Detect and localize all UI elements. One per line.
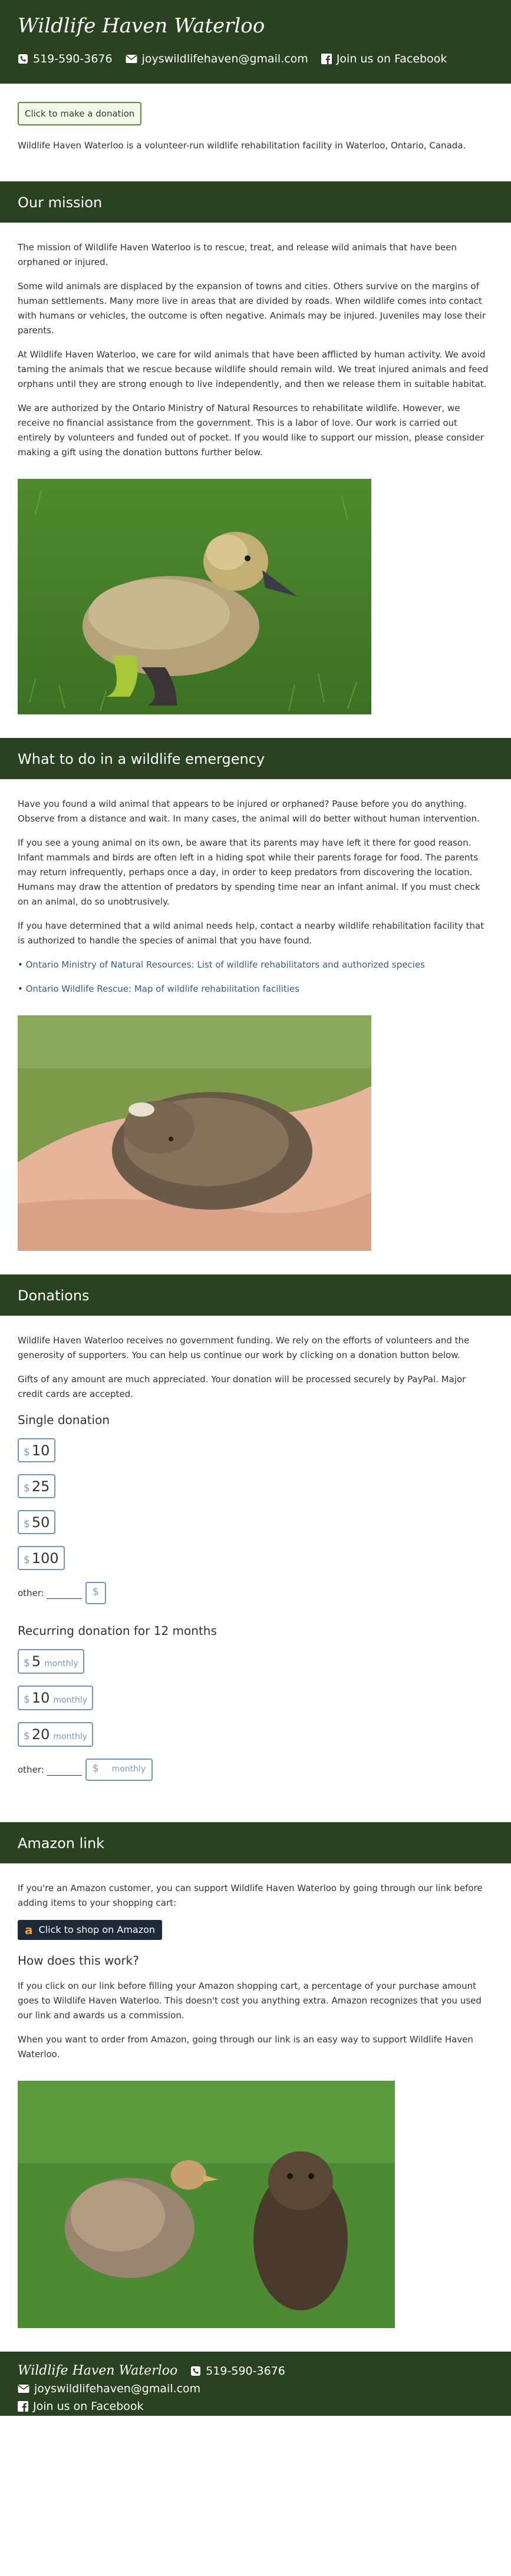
email-contact[interactable]: joyswildlifehaven@gmail.com: [126, 51, 308, 67]
amount-value: 10: [31, 1442, 50, 1459]
facebook-icon: [321, 54, 332, 64]
section-heading-amazon: Amazon link: [0, 1822, 511, 1863]
envelope-icon: [126, 55, 137, 63]
facebook-label: Join us on Facebook: [336, 52, 447, 65]
phone-contact[interactable]: 519-590-3676: [18, 51, 113, 67]
currency-symbol: $: [92, 1586, 99, 1598]
donate-10-button[interactable]: $10: [18, 1438, 56, 1462]
monthly-label: monthly: [111, 1764, 146, 1774]
currency-symbol: $: [92, 1763, 99, 1774]
contact-row: 519-590-3676 joyswildlifehaven@gmail.com…: [18, 51, 493, 67]
footer-facebook-link[interactable]: Join us on Facebook: [18, 2398, 144, 2415]
footer-row-2: Join us on Facebook: [18, 2398, 493, 2415]
emergency-paragraph: Have you found a wild animal that appear…: [18, 799, 480, 824]
donations-paragraph: Gifts of any amount are much appreciated…: [18, 1374, 466, 1399]
site-header: Wildlife Haven Waterloo 519-590-3676 joy…: [0, 0, 511, 84]
other-monthly-input[interactable]: [46, 1764, 82, 1776]
monthly-label: monthly: [53, 1696, 87, 1705]
gosling-photo: [18, 479, 371, 714]
envelope-icon: [18, 2385, 29, 2393]
amazon-intro: If you're an Amazon customer, you can su…: [18, 1883, 483, 1908]
emergency-section: Have you found a wild animal that appear…: [0, 779, 511, 1274]
amount-value: 5: [31, 1653, 41, 1670]
monthly-label: monthly: [44, 1659, 78, 1668]
currency-symbol: $: [24, 1657, 30, 1669]
intro-text: Wildlife Haven Waterloo is a volunteer-r…: [18, 140, 466, 151]
section-heading-donations: Donations: [0, 1274, 511, 1316]
mission-paragraph: Some wild animals are displaced by the e…: [18, 281, 486, 336]
amount-value: 10: [31, 1690, 50, 1706]
donations-section: Wildlife Haven Waterloo receives no gove…: [0, 1316, 511, 1822]
link-list-item: • Ontario Ministry of Natural Resources:…: [18, 959, 425, 970]
chick-and-groundhog-photo: [18, 2081, 395, 2328]
mission-paragraph: The mission of Wildlife Haven Waterloo i…: [18, 242, 457, 267]
monthly-5-button[interactable]: $5 monthly: [18, 1649, 84, 1674]
other-amount-input[interactable]: [46, 1587, 82, 1599]
section-heading-mission: Our mission: [0, 181, 511, 223]
facebook-icon: [18, 2401, 28, 2412]
amount-value: 100: [31, 1550, 59, 1567]
currency-symbol: $: [24, 1446, 30, 1458]
amazon-paragraph: If you click on our link before filling …: [18, 1981, 482, 2021]
other-label: other:: [18, 1764, 44, 1775]
currency-symbol: $: [24, 1730, 30, 1742]
amazon-section: If you're an Amazon customer, you can su…: [0, 1863, 511, 2352]
amount-value: 50: [31, 1514, 50, 1531]
footer-phone-number: 519-590-3676: [206, 2365, 285, 2378]
link-rescue-map[interactable]: Ontario Wildlife Rescue: Map of wildlife…: [26, 984, 299, 994]
emergency-paragraph: If you see a young animal on its own, be…: [18, 837, 480, 907]
amazon-paragraph: When you want to order from Amazon, goin…: [18, 2034, 473, 2060]
monthly-other-button[interactable]: $ monthly: [85, 1759, 153, 1781]
footer-phone-contact[interactable]: 519-590-3676: [190, 2362, 285, 2380]
section-heading-emergency: What to do in a wildlife emergency: [0, 738, 511, 779]
currency-symbol: $: [24, 1554, 30, 1566]
site-footer: Wildlife Haven Waterloo 519-590-3676 joy…: [0, 2352, 511, 2416]
baby-rabbit-photo: [18, 1015, 371, 1251]
footer-email-contact[interactable]: joyswildlifehaven@gmail.com: [18, 2380, 200, 2398]
footer-row: Wildlife Haven Waterloo 519-590-3676 joy…: [18, 2362, 493, 2398]
other-monthly-row: other: $ monthly: [18, 1759, 493, 1781]
site-title[interactable]: Wildlife Haven Waterloo: [18, 12, 493, 40]
donations-paragraph: Wildlife Haven Waterloo receives no gove…: [18, 1335, 470, 1360]
amount-value: 20: [31, 1726, 50, 1743]
amazon-shop-button[interactable]: a Click to shop on Amazon: [18, 1920, 163, 1940]
monthly-label: monthly: [53, 1732, 87, 1741]
single-donation-heading: Single donation: [18, 1413, 110, 1427]
donate-button[interactable]: Click to make a donation: [18, 102, 142, 125]
footer-facebook-label: Join us on Facebook: [33, 2400, 144, 2413]
monthly-10-button[interactable]: $10 monthly: [18, 1686, 93, 1710]
donate-100-button[interactable]: $100: [18, 1546, 65, 1570]
donate-other-button[interactable]: $: [85, 1582, 106, 1604]
phone-icon: [18, 54, 28, 64]
footer-site-title[interactable]: Wildlife Haven Waterloo: [18, 2362, 177, 2380]
other-amount-row: other: $: [18, 1582, 493, 1604]
mission-section: The mission of Wildlife Haven Waterloo i…: [0, 223, 511, 738]
link-list-item: • Ontario Wildlife Rescue: Map of wildli…: [18, 984, 299, 994]
phone-number: 519-590-3676: [33, 52, 113, 65]
footer-email-address: joyswildlifehaven@gmail.com: [34, 2382, 201, 2395]
monthly-20-button[interactable]: $20 monthly: [18, 1722, 93, 1747]
other-label: other:: [18, 1587, 44, 1598]
amazon-icon: a: [25, 1923, 33, 1937]
currency-symbol: $: [24, 1482, 30, 1494]
donate-25-button[interactable]: $25: [18, 1474, 56, 1498]
recurring-donation-heading: Recurring donation for 12 months: [18, 1624, 217, 1638]
link-ministry[interactable]: Ontario Ministry of Natural Resources: L…: [26, 959, 425, 970]
amazon-button-label: Click to shop on Amazon: [38, 1924, 156, 1935]
phone-icon: [191, 2366, 201, 2376]
currency-symbol: $: [24, 1694, 30, 1706]
donate-50-button[interactable]: $50: [18, 1510, 56, 1534]
intro-section: Click to make a donation Wildlife Haven …: [0, 84, 511, 153]
amount-value: 25: [31, 1478, 50, 1495]
email-address: joyswildlifehaven@gmail.com: [141, 52, 308, 65]
how-it-works-heading: How does this work?: [18, 1953, 139, 1968]
emergency-paragraph: If you have determined that a wild anima…: [18, 921, 484, 946]
facebook-link[interactable]: Join us on Facebook: [321, 51, 447, 67]
mission-paragraph: At Wildlife Haven Waterloo, we care for …: [18, 349, 489, 389]
currency-symbol: $: [24, 1518, 30, 1530]
mission-paragraph: We are authorized by the Ontario Ministr…: [18, 403, 484, 458]
